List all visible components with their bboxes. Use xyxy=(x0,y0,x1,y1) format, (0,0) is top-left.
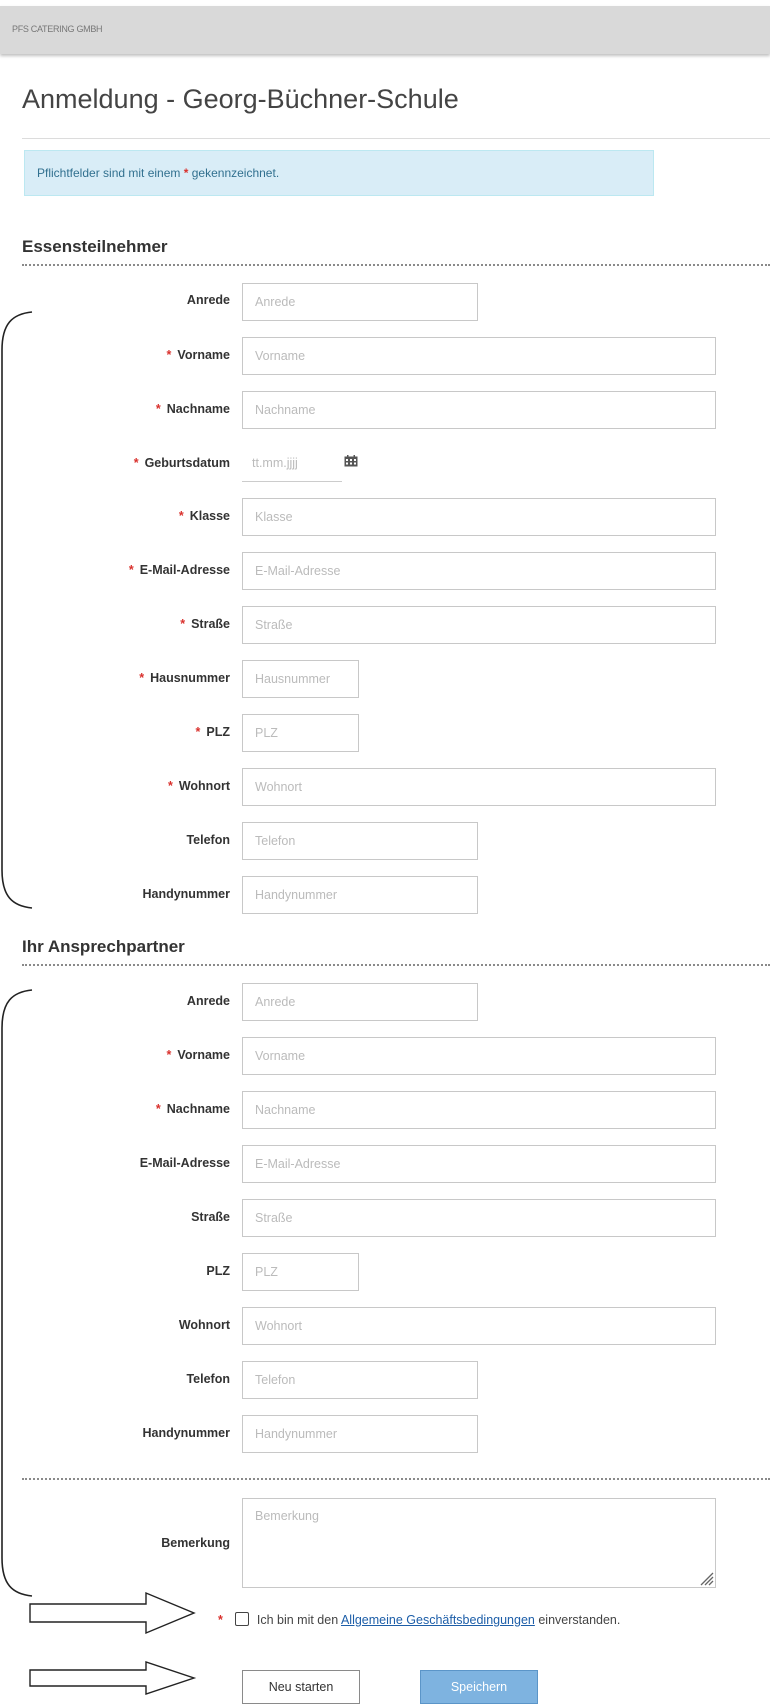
logo[interactable]: PFS CATERING GMBH xyxy=(12,24,103,34)
telefon-input[interactable] xyxy=(242,822,478,860)
required-star: * xyxy=(180,617,186,631)
anrede-input[interactable] xyxy=(242,283,478,321)
required-star: * xyxy=(195,725,201,739)
nachname-input[interactable] xyxy=(242,391,716,429)
email-input[interactable] xyxy=(242,552,716,590)
contact-wohnort-input[interactable] xyxy=(242,1307,716,1345)
contact-nachname-input[interactable] xyxy=(242,1091,716,1129)
required-star: * xyxy=(166,1048,172,1062)
label-contact-nachname: * Nachname xyxy=(155,1102,230,1116)
label-contact-handynummer: Handynummer xyxy=(142,1426,230,1440)
agb-consent-row: * Ich bin mit den Allgemeine Geschäftsbed… xyxy=(218,1610,620,1630)
section-divider xyxy=(22,1478,770,1480)
calendar-icon[interactable] xyxy=(344,455,358,467)
label-contact-telefon: Telefon xyxy=(186,1372,230,1386)
required-star: * xyxy=(155,1102,161,1116)
bemerkung-textarea[interactable] xyxy=(242,1498,716,1588)
label-contact-vorname: * Vorname xyxy=(166,1048,230,1062)
label-handynummer: Handynummer xyxy=(142,887,230,901)
label-klasse: * Klasse xyxy=(178,509,230,523)
required-star: * xyxy=(128,563,134,577)
agb-text-after: einverstanden. xyxy=(538,1613,621,1627)
label-wohnort: * Wohnort xyxy=(167,779,230,793)
label-nachname: * Nachname xyxy=(155,402,230,416)
strasse-input[interactable] xyxy=(242,606,716,644)
contact-telefon-input[interactable] xyxy=(242,1361,478,1399)
label-bemerkung: Bemerkung xyxy=(161,1536,230,1550)
left-bracket-decoration xyxy=(1,311,33,909)
agb-text-before: Ich bin mit den xyxy=(256,1613,339,1627)
required-star: * xyxy=(155,402,161,416)
hausnummer-input[interactable] xyxy=(242,660,359,698)
label-anrede: Anrede xyxy=(186,293,230,307)
section-title-ansprechpartner: Ihr Ansprechpartner xyxy=(22,937,185,956)
label-contact-anrede: Anrede xyxy=(186,994,230,1008)
section-divider xyxy=(22,264,770,266)
contact-email-input[interactable] xyxy=(242,1145,716,1183)
section-title-essensteilnehmer: Essensteilnehmer xyxy=(22,237,168,256)
label-hausnummer: * Hausnummer xyxy=(139,671,230,685)
geburtsdatum-input[interactable] xyxy=(242,444,342,482)
required-star: * xyxy=(183,166,189,180)
arrow-pointer-decoration xyxy=(29,1591,196,1635)
header-bar: PFS CATERING GMBH xyxy=(0,6,770,54)
save-button[interactable]: Speichern xyxy=(420,1670,538,1704)
vorname-input[interactable] xyxy=(242,337,716,375)
label-email: * E-Mail-Adresse xyxy=(128,563,230,577)
label-plz: * PLZ xyxy=(195,725,230,739)
required-star: * xyxy=(178,509,184,523)
required-star: * xyxy=(133,456,139,470)
label-contact-strasse: Straße xyxy=(191,1210,230,1224)
label-vorname: * Vorname xyxy=(166,348,230,362)
klasse-input[interactable] xyxy=(242,498,716,536)
contact-anrede-input[interactable] xyxy=(242,983,478,1021)
arrow-pointer-decoration xyxy=(29,1661,197,1695)
label-contact-email: E-Mail-Adresse xyxy=(139,1156,230,1170)
agb-checkbox[interactable] xyxy=(234,1612,249,1626)
contact-plz-input[interactable] xyxy=(242,1253,359,1291)
label-strasse: * Straße xyxy=(180,617,230,631)
contact-vorname-input[interactable] xyxy=(242,1037,716,1075)
required-fields-notice: Pflichtfelder sind mit einem * gekennzei… xyxy=(24,150,654,196)
page-title: Anmeldung - Georg-Büchner-Schule xyxy=(22,84,459,114)
contact-handynummer-input[interactable] xyxy=(242,1415,478,1453)
notice-text-before: Pflichtfelder sind mit einem xyxy=(37,166,181,180)
required-star: * xyxy=(218,1613,223,1627)
resize-grip-icon[interactable] xyxy=(698,1570,714,1586)
left-bracket-decoration xyxy=(1,989,33,1597)
required-star: * xyxy=(167,779,173,793)
handynummer-input[interactable] xyxy=(242,876,478,914)
label-geburtsdatum: * Geburtsdatum xyxy=(133,456,230,470)
agb-link[interactable]: Allgemeine Geschäftsbedingungen xyxy=(341,1613,535,1627)
label-telefon: Telefon xyxy=(186,833,230,847)
reset-button[interactable]: Neu starten xyxy=(242,1670,360,1704)
notice-text-after: gekennzeichnet. xyxy=(191,166,280,180)
wohnort-input[interactable] xyxy=(242,768,716,806)
required-star: * xyxy=(139,671,145,685)
required-star: * xyxy=(166,348,172,362)
title-divider xyxy=(22,138,770,139)
label-contact-wohnort: Wohnort xyxy=(178,1318,230,1332)
plz-input[interactable] xyxy=(242,714,359,752)
label-contact-plz: PLZ xyxy=(206,1264,230,1278)
contact-strasse-input[interactable] xyxy=(242,1199,716,1237)
section-divider xyxy=(22,964,770,966)
